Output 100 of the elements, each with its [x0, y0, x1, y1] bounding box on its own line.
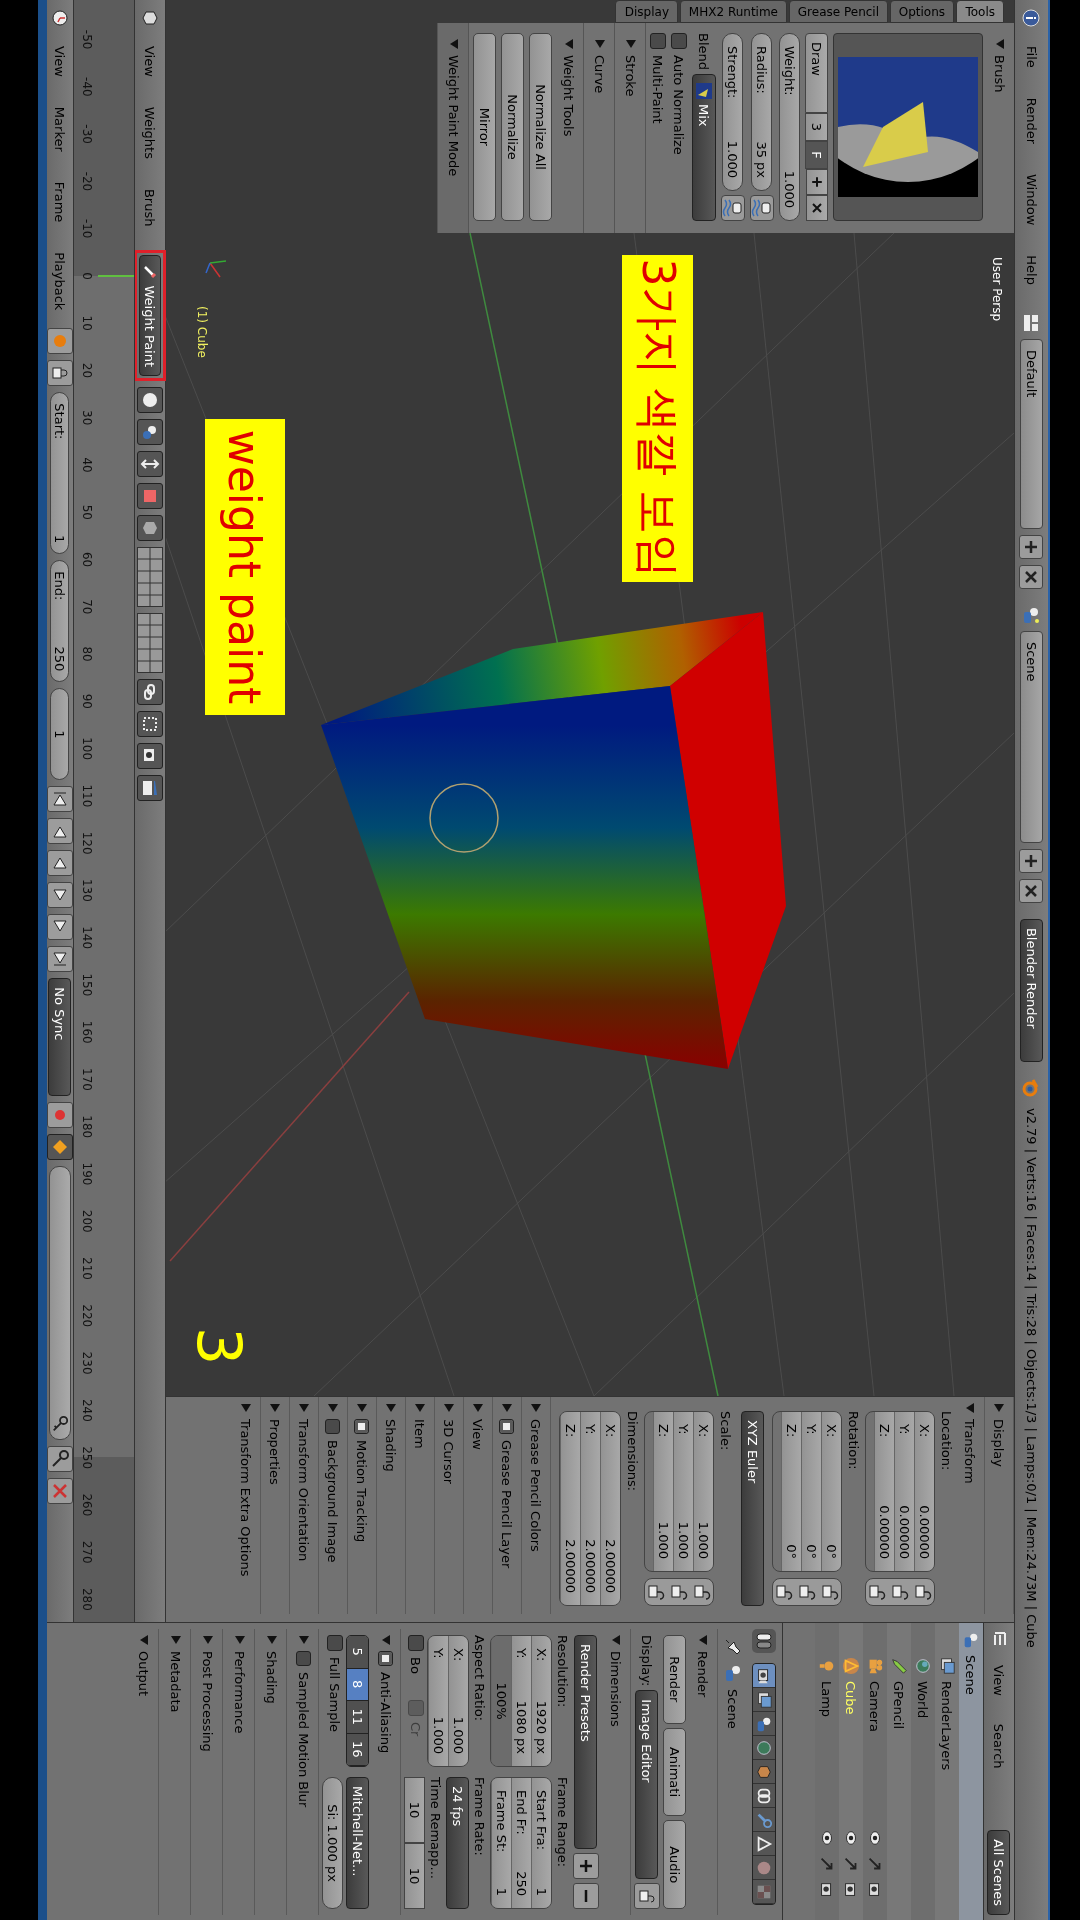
- panel-header[interactable]: Transform Extra Options: [232, 1397, 261, 1614]
- tool-button[interactable]: Normalize All: [529, 33, 552, 221]
- delete-key-icon[interactable]: [47, 1478, 73, 1505]
- blend-mode-dropdown[interactable]: Mix: [692, 74, 716, 221]
- number-field[interactable]: Start Fra: 1: [531, 1779, 551, 1907]
- panel-header[interactable]: Sampled Motion Blur: [290, 1629, 319, 1915]
- number-field[interactable]: Y: 1.000: [428, 1638, 448, 1764]
- image-stack-icon[interactable]: [753, 1688, 775, 1712]
- globe-icon[interactable]: [753, 1736, 775, 1760]
- pressure-icon[interactable]: [750, 195, 774, 221]
- number-field[interactable]: 10: [404, 1843, 425, 1909]
- key-icon[interactable]: [47, 1446, 73, 1473]
- render-camera-icon[interactable]: [137, 743, 163, 770]
- number-field[interactable]: Z: 0°: [781, 1413, 801, 1570]
- number-field[interactable]: 10: [404, 1777, 425, 1843]
- menu-item[interactable]: Playback: [52, 240, 68, 323]
- menu-item[interactable]: View: [52, 34, 68, 89]
- number-field[interactable]: X: 0.00000: [914, 1413, 934, 1570]
- lock-icon[interactable]: [890, 1582, 910, 1602]
- panel-header[interactable]: Grease Pencil Layer: [493, 1397, 522, 1614]
- lock-icon[interactable]: [634, 1883, 660, 1909]
- outliner-row[interactable]: Lamp: [815, 1623, 839, 1920]
- scene-field[interactable]: Scene: [1020, 630, 1043, 843]
- panel-header[interactable]: Performance: [226, 1629, 255, 1915]
- panel-header[interactable]: Background Image: [319, 1397, 348, 1614]
- plus-icon[interactable]: [806, 169, 828, 195]
- menu-item[interactable]: File: [1024, 34, 1039, 80]
- number-field[interactable]: Y: 1.000: [673, 1413, 693, 1570]
- plus-icon[interactable]: [573, 1853, 599, 1879]
- panel-header[interactable]: Display: [985, 1397, 1014, 1614]
- outliner-row[interactable]: GPencil: [887, 1623, 911, 1920]
- record-icon[interactable]: [47, 1102, 73, 1129]
- lock-icon[interactable]: [774, 1582, 794, 1602]
- menu-item[interactable]: Render: [1024, 85, 1039, 157]
- link-icon[interactable]: [137, 679, 163, 706]
- minus-icon[interactable]: [573, 1883, 599, 1909]
- number-field[interactable]: Z: 2.00000: [560, 1414, 580, 1603]
- keyframe-icon[interactable]: [47, 1134, 73, 1161]
- menu-item[interactable]: Marker: [52, 94, 68, 164]
- pin-icon[interactable]: [723, 1637, 743, 1657]
- number-field[interactable]: Z: 0.00000: [874, 1413, 894, 1570]
- number-field[interactable]: X: 1.000: [693, 1413, 713, 1570]
- number-field[interactable]: Y: 1080 px: [511, 1637, 531, 1765]
- outliner-row[interactable]: RenderLayers: [935, 1623, 959, 1920]
- outliner-row[interactable]: Camera: [863, 1623, 887, 1920]
- checkbox[interactable]: [671, 33, 687, 49]
- close-icon[interactable]: [1019, 878, 1044, 903]
- brush-name-field[interactable]: Draw: [805, 33, 828, 113]
- jump-start-icon[interactable]: [47, 786, 73, 813]
- sample-count-button[interactable]: 8: [347, 1668, 368, 1701]
- panel-header[interactable]: Shading: [258, 1629, 287, 1915]
- outliner-row[interactable]: Scene: [959, 1623, 983, 1920]
- layer-grid-icon[interactable]: [137, 613, 163, 674]
- layer-grid-icon[interactable]: [137, 547, 163, 608]
- checkbox[interactable]: [378, 1651, 394, 1666]
- checkbox[interactable]: [408, 1635, 424, 1651]
- jump-end-icon[interactable]: [47, 946, 73, 973]
- end-frame-field[interactable]: End: 250: [50, 560, 70, 683]
- render-button[interactable]: Animati: [663, 1727, 686, 1817]
- info-icon[interactable]: [1021, 8, 1042, 28]
- previous-keyframe-icon[interactable]: [47, 818, 73, 845]
- current-frame-field[interactable]: 1: [50, 688, 70, 781]
- play-reverse-icon[interactable]: [47, 850, 73, 877]
- sample-count-button[interactable]: 11: [347, 1701, 368, 1734]
- panel-header[interactable]: Curve: [588, 33, 612, 221]
- lock-icon[interactable]: [913, 1582, 933, 1602]
- pin-toggle-icon[interactable]: [752, 1629, 776, 1653]
- filter-dropdown[interactable]: Mitchell-Net...: [346, 1777, 369, 1909]
- lock-icon[interactable]: [797, 1582, 817, 1602]
- panel-header[interactable]: Metadata: [162, 1629, 191, 1915]
- panel-header[interactable]: Transform: [956, 1397, 985, 1614]
- cube-icon[interactable]: [753, 1760, 775, 1784]
- checkbox[interactable]: [354, 1419, 370, 1434]
- number-field[interactable]: X: 1.000: [448, 1638, 468, 1764]
- menu-item[interactable]: Search: [991, 1711, 1007, 1781]
- panel-header[interactable]: Grease Pencil Colors: [522, 1397, 551, 1614]
- slider-field[interactable]: Weight: 1.000: [779, 33, 800, 221]
- plus-icon[interactable]: [1019, 534, 1044, 559]
- frame-rate-dropdown[interactable]: 24 fps: [446, 1777, 469, 1909]
- menu-item[interactable]: Window: [1024, 162, 1039, 238]
- panel-header[interactable]: Brush: [988, 33, 1012, 221]
- pressure-icon[interactable]: [721, 195, 745, 221]
- number-field[interactable]: Z: 1.000: [653, 1413, 673, 1570]
- render-button[interactable]: Render: [663, 1635, 686, 1724]
- panel-header[interactable]: Transform Orientation: [290, 1397, 319, 1614]
- number-field[interactable]: Y: 0.00000: [894, 1413, 914, 1570]
- lock-icon[interactable]: [692, 1582, 712, 1602]
- tool-shelf-tab[interactable]: MHX2 Runtime: [679, 0, 787, 23]
- lock-icon[interactable]: [646, 1582, 666, 1602]
- number-field[interactable]: X: 1920 px: [531, 1637, 551, 1765]
- brush-preview-image[interactable]: [833, 33, 983, 221]
- menu-item[interactable]: View: [991, 1653, 1007, 1708]
- lock-icon[interactable]: [867, 1582, 887, 1602]
- checkbox[interactable]: [650, 33, 666, 49]
- tool-button[interactable]: Mirror: [473, 33, 496, 221]
- checkbox[interactable]: [296, 1651, 312, 1666]
- panel-header[interactable]: Output: [130, 1629, 159, 1915]
- render-button[interactable]: Audio: [663, 1820, 686, 1909]
- chain-link-icon[interactable]: [753, 1784, 775, 1808]
- mode-dropdown[interactable]: Weight Paint: [139, 255, 161, 377]
